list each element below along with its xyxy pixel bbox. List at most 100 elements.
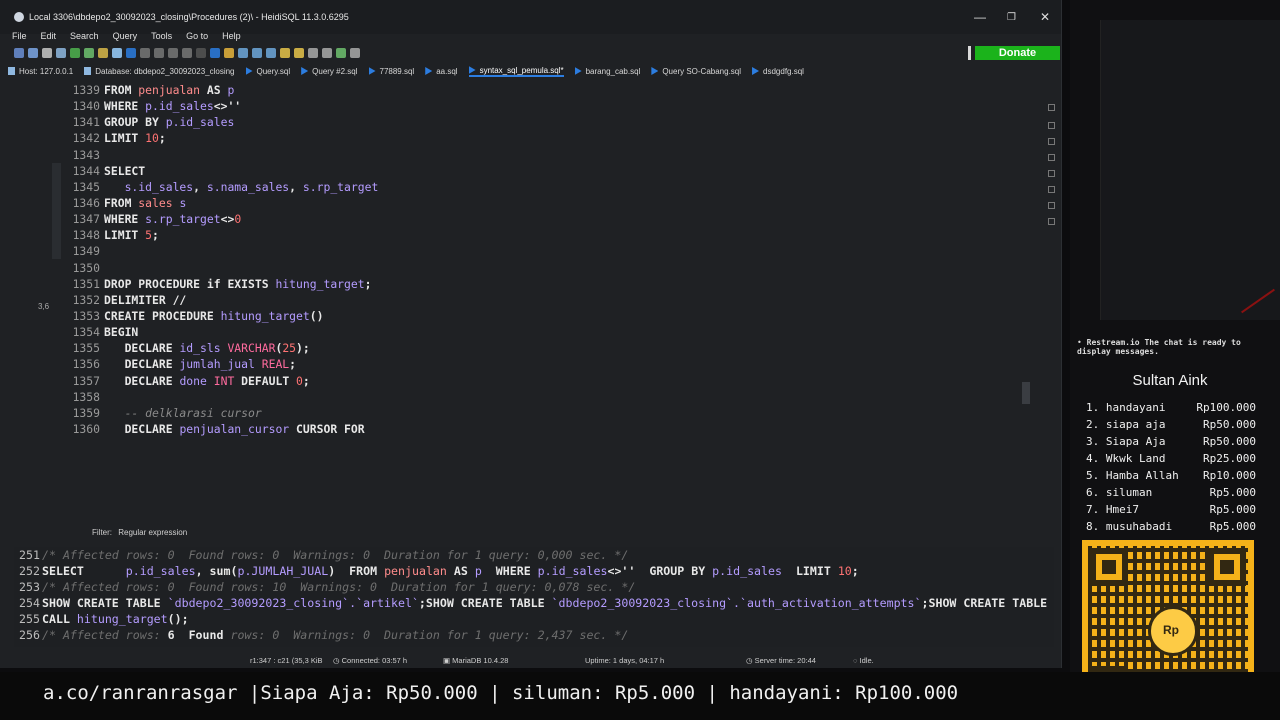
donation-ticker: a.co/ranranrasgar |Siapa Aja: Rp50.000 |…: [0, 672, 1280, 720]
toolbar-tool-icon[interactable]: [294, 48, 304, 58]
status-connected-text: Connected: 03:57 h: [341, 656, 408, 665]
log-line: 252 SELECT p.id_sales, sum(p.JUMLAH_JUAL)…: [14, 563, 1054, 579]
sql-editor[interactable]: 1339 FROM penjualan AS p 1340 WHERE p.id_sa…: [62, 82, 1040, 438]
toolbar-tool-icon[interactable]: [84, 48, 94, 58]
fold-marker[interactable]: [1048, 154, 1055, 161]
menu-item-edit[interactable]: Edit: [41, 31, 57, 41]
toolbar-tool-icon[interactable]: [280, 48, 290, 58]
sql-token: AS: [206, 83, 228, 97]
sql-token: 5: [145, 228, 153, 243]
fold-marker[interactable]: [1048, 122, 1055, 129]
tab-0[interactable]: Host: 127.0.0.1: [8, 67, 73, 76]
toolbar-tool-icon[interactable]: [154, 48, 164, 58]
fold-marker[interactable]: [1048, 104, 1055, 111]
editor-line: 1351 DROP PROCEDURE if EXISTS hitung_targ…: [62, 276, 1040, 292]
sql-token: sales: [138, 195, 180, 210]
menu-item-file[interactable]: File: [12, 31, 27, 41]
maximize-button[interactable]: ❐: [1007, 12, 1016, 23]
donor-name-text: Hamba Allah: [1099, 469, 1179, 482]
toolbar-tool-icon[interactable]: [112, 48, 122, 58]
line-number: 1346: [72, 195, 100, 210]
toolbar-tool-icon[interactable]: [238, 48, 248, 58]
toolbar-tool-icon[interactable]: [14, 48, 24, 58]
donor-name: 2. siapa aja: [1086, 418, 1165, 435]
sql-token: FROM: [104, 83, 139, 97]
filter-input[interactable]: Regular expression: [118, 528, 187, 537]
tab-6[interactable]: syntax_sql_pemula.sql*: [468, 66, 564, 77]
tab-8[interactable]: Query SO-Cabang.sql: [651, 67, 741, 76]
tab-5[interactable]: aa.sql: [425, 67, 458, 76]
toolbar-tool-icon[interactable]: [308, 48, 318, 58]
query-log[interactable]: 251/* Affected rows: 0 Found rows: 0 War…: [14, 547, 1054, 647]
tab-1[interactable]: Database: dbdepo2_30092023_closing: [84, 67, 235, 76]
line-number: 1354: [72, 325, 100, 340]
menu-item-go-to[interactable]: Go to: [186, 31, 208, 41]
log-token: SELECT: [42, 564, 126, 579]
log-line: 251/* Affected rows: 0 Found rows: 0 War…: [14, 547, 1054, 563]
scrollbar-thumb[interactable]: [1022, 382, 1030, 404]
toolbar-tool-icon[interactable]: [182, 48, 192, 58]
tab-9[interactable]: dsdgdfg.sql: [752, 67, 804, 76]
menu-item-tools[interactable]: Tools: [151, 31, 172, 41]
sql-token: WHERE: [104, 212, 146, 227]
tab-3[interactable]: Query #2.sql: [301, 67, 358, 76]
sql-token: CURSOR FOR: [296, 421, 365, 436]
log-token: ;SHOW CREATE TABLE: [921, 596, 1048, 611]
toolbar-tool-icon[interactable]: [126, 48, 136, 58]
donor-rank: 5.: [1086, 469, 1100, 482]
log-token: /* Affected rows:: [42, 628, 168, 643]
toolbar-tool-icon[interactable]: [70, 48, 80, 58]
tab-7[interactable]: barang_cab.sql: [574, 67, 640, 76]
toolbar-tool-icon[interactable]: [252, 48, 262, 58]
menu-item-search[interactable]: Search: [70, 31, 99, 41]
sql-token: penjualan_cursor: [179, 421, 297, 436]
sql-token: jumlah_jual: [179, 357, 262, 372]
gutter-marker: 3,6: [38, 302, 50, 311]
minimize-button[interactable]: —: [974, 10, 986, 24]
editor-line: 1350: [62, 260, 1040, 276]
tab-4[interactable]: 77889.sql: [368, 67, 414, 76]
sql-token: LIMIT: [104, 228, 146, 243]
fold-marker[interactable]: [1048, 218, 1055, 225]
donor-rank: 3.: [1086, 435, 1100, 448]
donor-name: 7. Hmei7: [1086, 503, 1139, 520]
status-uptime: Uptime: 1 days, 04:17 h: [585, 656, 665, 665]
toolbar-tool-icon[interactable]: [196, 48, 206, 58]
donate-button[interactable]: Donate: [968, 46, 1060, 60]
sql-token: penjualan: [138, 83, 207, 97]
toolbar-tool-icon[interactable]: [140, 48, 150, 58]
menu-item-query[interactable]: Query: [113, 31, 138, 41]
editor-scrollbar[interactable]: [1022, 90, 1030, 430]
toolbar-tool-icon[interactable]: [336, 48, 346, 58]
close-button[interactable]: ✕: [1040, 10, 1050, 24]
toolbar-tool-icon[interactable]: [322, 48, 332, 58]
editor-line: 1358: [62, 389, 1040, 405]
fold-marker[interactable]: [1048, 170, 1055, 177]
fold-marker[interactable]: [1048, 202, 1055, 209]
log-token: ;SHOW CREATE TABLE: [418, 596, 552, 611]
toolbar-tool-icon[interactable]: [210, 48, 220, 58]
toolbar-tool-icon[interactable]: [28, 48, 38, 58]
toolbar-tool-icon[interactable]: [168, 48, 178, 58]
toolbar-tool-icon[interactable]: [98, 48, 108, 58]
toolbar-tool-icon[interactable]: [42, 48, 52, 58]
log-line: 255 CALL hitung_target ();: [14, 611, 1054, 627]
editor-line: 1342 LIMIT 10;: [62, 130, 1040, 146]
toolbar-tool-icon[interactable]: [56, 48, 66, 58]
donor-name: 3. Siapa Aja: [1086, 435, 1165, 452]
toolbar-tool-icon[interactable]: [266, 48, 276, 58]
sql-token: REAL: [261, 357, 290, 372]
toolbar-tool-icon[interactable]: [350, 48, 360, 58]
donor-name-text: siapa aja: [1099, 418, 1166, 431]
menu-item-help[interactable]: Help: [222, 31, 241, 41]
tab-label: Query.sql: [256, 66, 291, 76]
tab-2[interactable]: Query.sql: [245, 66, 291, 76]
tab-label: Host: 127.0.0.1: [19, 66, 74, 76]
sql-token: 25: [282, 341, 297, 356]
toolbar-tool-icon[interactable]: [224, 48, 234, 58]
fold-marker[interactable]: [1048, 186, 1055, 193]
fold-marker[interactable]: [1048, 138, 1055, 145]
donor-rank: 8.: [1086, 520, 1100, 533]
tab-bar: Host: 127.0.0.1 Database: dbdepo2_3009202…: [8, 63, 1053, 79]
donor-amount: Rp10.000: [1203, 469, 1256, 482]
